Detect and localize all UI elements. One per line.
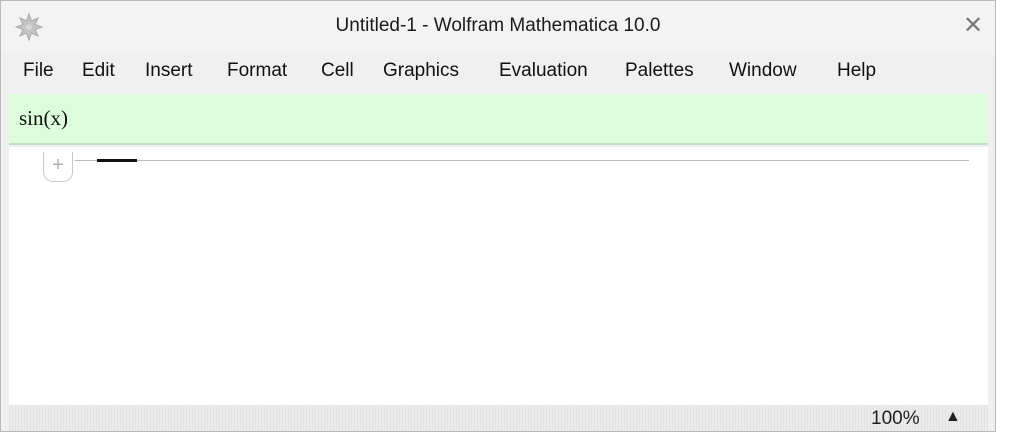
notebook-area[interactable]: + (9, 147, 988, 405)
cell-insertion-cursor (97, 159, 137, 162)
window-title: Untitled-1 - Wolfram Mathematica 10.0 (335, 15, 661, 36)
menu-edit[interactable]: Edit (82, 60, 115, 82)
close-icon[interactable]: ✕ (963, 13, 983, 39)
cell-insertion-line (75, 160, 969, 161)
free-form-input-bar[interactable]: sin(x) (9, 94, 988, 145)
title-bar[interactable]: Untitled-1 - Wolfram Mathematica 10.0 ✕ (1, 1, 995, 51)
input-expression[interactable]: sin(x) (19, 106, 68, 131)
cell-insertion-plus-button[interactable]: + (43, 152, 73, 182)
mathematica-window: Untitled-1 - Wolfram Mathematica 10.0 ✕ … (0, 0, 996, 432)
menu-file[interactable]: File (23, 60, 54, 82)
menu-evaluation[interactable]: Evaluation (499, 60, 588, 82)
menu-insert[interactable]: Insert (145, 60, 193, 82)
triangle-up-icon[interactable]: ▲ (945, 408, 961, 426)
menu-window[interactable]: Window (729, 60, 797, 82)
menu-help[interactable]: Help (837, 60, 876, 82)
menu-graphics[interactable]: Graphics (383, 60, 459, 82)
menu-palettes[interactable]: Palettes (625, 60, 694, 82)
menu-format[interactable]: Format (227, 60, 287, 82)
zoom-level[interactable]: 100% (871, 408, 920, 430)
menu-bar: File Edit Insert Format Cell Graphics Ev… (1, 51, 995, 93)
menu-cell[interactable]: Cell (321, 60, 354, 82)
status-bar: 100% ▲ (9, 405, 988, 431)
